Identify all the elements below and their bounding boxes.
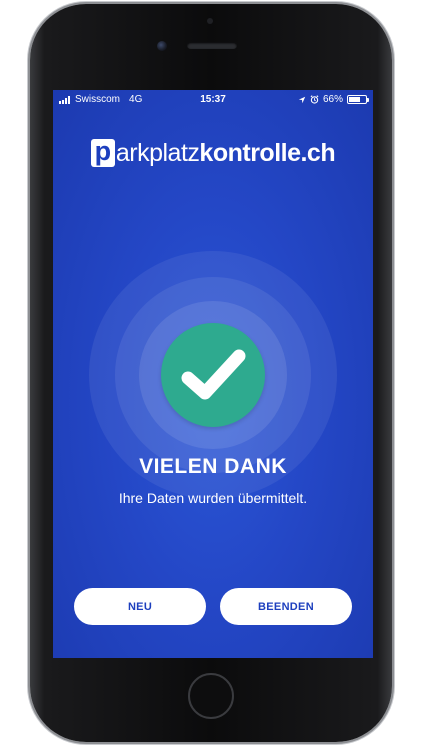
confirmation-message: Ihre Daten wurden übermittelt.	[118, 490, 308, 506]
stage: Swisscom 4G 15:37 66% p arkplatz kontrol…	[0, 0, 422, 750]
front-camera-icon	[157, 41, 167, 51]
battery-icon	[347, 95, 369, 104]
logo-text-bold: kontrolle.ch	[199, 138, 336, 167]
finish-button[interactable]: BEENDEN	[220, 588, 352, 625]
confirmation-title: VIELEN DANK	[139, 455, 287, 478]
location-icon	[298, 96, 306, 103]
app-logo: p arkplatz kontrolle.ch	[53, 136, 373, 170]
power-button	[392, 140, 395, 192]
success-badge	[161, 323, 265, 427]
app-screen: Swisscom 4G 15:37 66% p arkplatz kontrol…	[53, 90, 373, 658]
battery-fill	[349, 97, 360, 102]
logo-letter: p	[90, 138, 115, 167]
earpiece-speaker	[187, 42, 237, 49]
home-button[interactable]	[188, 673, 234, 719]
proximity-sensor	[207, 18, 213, 24]
battery-percent: 66%	[322, 94, 343, 105]
checkmark-icon	[181, 349, 246, 400]
new-button[interactable]: NEU	[74, 588, 206, 625]
status-bar: Swisscom 4G 15:37 66%	[53, 90, 373, 110]
status-right: 66%	[298, 94, 369, 105]
alarm-icon	[310, 95, 319, 104]
logo-text-light: arkplatz	[115, 138, 200, 167]
